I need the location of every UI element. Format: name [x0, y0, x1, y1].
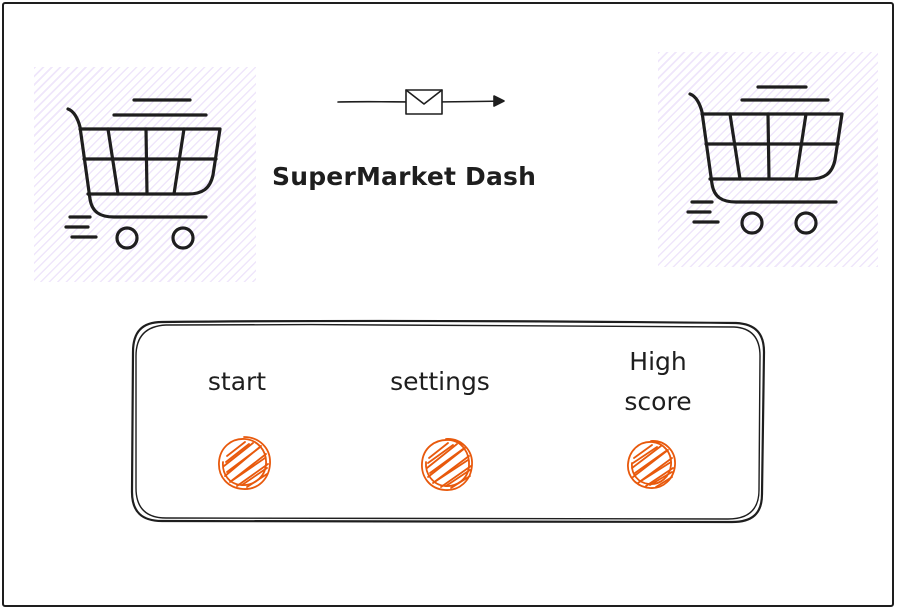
envelope-arrow-icon	[337, 89, 505, 115]
settings-button[interactable]: settings	[360, 362, 520, 402]
start-circle-icon[interactable]	[215, 434, 273, 492]
cart-image-right	[658, 52, 878, 267]
game-title: SuperMarket Dash	[272, 162, 537, 191]
settings-label: settings	[390, 367, 490, 396]
cart-image-left	[34, 67, 256, 282]
highscore-circle-icon[interactable]	[622, 436, 680, 494]
shopping-cart-icon	[64, 98, 222, 250]
highscore-label: High score	[624, 347, 692, 416]
shopping-cart-icon	[686, 85, 844, 235]
settings-circle-icon[interactable]	[418, 435, 476, 493]
start-button[interactable]: start	[157, 362, 317, 402]
highscore-button[interactable]: High score	[578, 342, 738, 422]
start-label: start	[207, 367, 267, 396]
